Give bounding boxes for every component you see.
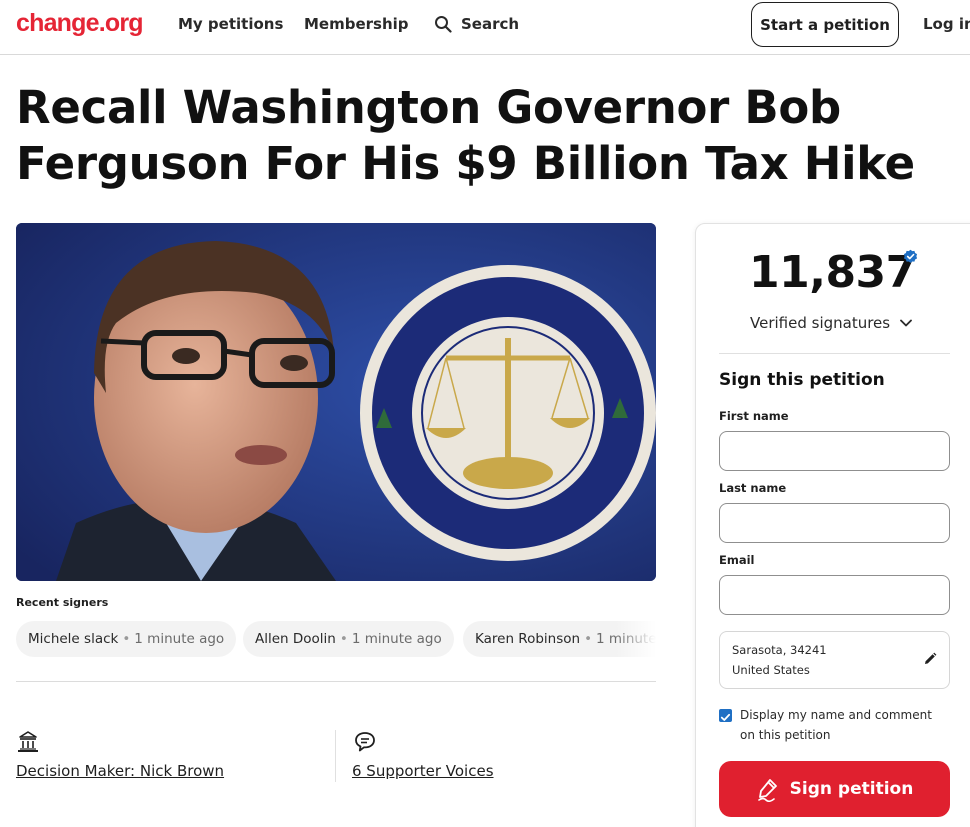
stats-divider [335, 730, 336, 782]
first-name-field[interactable] [719, 431, 950, 471]
change-org-logo[interactable]: change.org [16, 9, 144, 38]
petition-title: Recall Washington Governor Bob Ferguson … [16, 81, 915, 190]
first-name-label: First name [719, 409, 789, 423]
start-petition-button[interactable]: Start a petition [751, 2, 899, 47]
search-icon [435, 16, 452, 33]
pencil-icon[interactable] [923, 652, 937, 666]
signer-name: Karen Robinson [475, 631, 581, 647]
signer-chip: Michele slack • 1 minute ago [16, 621, 237, 657]
signer-time: 1 minute ago [351, 631, 442, 647]
nav-search[interactable]: Search [434, 13, 519, 35]
display-name-checkbox[interactable] [719, 709, 732, 722]
card-divider [719, 353, 950, 354]
signature-pen-icon [757, 779, 777, 802]
email-field[interactable] [719, 575, 950, 615]
decision-maker-icon [18, 731, 38, 752]
nav-membership[interactable]: Membership [304, 15, 409, 33]
last-name-label: Last name [719, 481, 787, 495]
sign-petition-button[interactable]: Sign petition [719, 761, 950, 817]
separator-dot: • [122, 631, 131, 647]
site-header: change.org My petitions Membership Searc… [0, 0, 970, 55]
verified-signatures-label: Verified signatures [750, 314, 891, 332]
signature-count: 11,837 [749, 247, 916, 298]
chevron-down-icon [900, 319, 913, 327]
sign-petition-label: Sign petition [789, 779, 914, 799]
verified-check-icon [903, 249, 918, 263]
location-country: United States [732, 663, 810, 677]
recent-signers-list: Michele slack • 1 minute ago Allen Dooli… [16, 621, 656, 657]
search-label: Search [461, 15, 520, 33]
display-name-label: Display my name and comment on this peti… [740, 708, 932, 742]
petition-photo [16, 223, 656, 581]
supporter-voices-link[interactable]: 6 Supporter Voices [352, 762, 494, 780]
recent-signers-label: Recent signers [16, 596, 109, 609]
signer-chip: Allen Doolin • 1 minute ago [243, 621, 454, 657]
location-selector[interactable]: Sarasota, 34241 United States [719, 631, 950, 689]
login-link[interactable]: Log in [923, 15, 970, 33]
scroll-fade [616, 621, 656, 657]
signer-name: Michele slack [28, 631, 119, 647]
signer-time: 1 minute ago [134, 631, 225, 647]
speech-bubble-icon [355, 732, 375, 752]
location-city: Sarasota, 34241 [732, 643, 827, 657]
checkmark-icon [720, 713, 731, 721]
decision-maker-link[interactable]: Decision Maker: Nick Brown [16, 762, 224, 780]
section-divider [16, 681, 656, 682]
signer-name: Allen Doolin [255, 631, 336, 647]
nav-my-petitions[interactable]: My petitions [178, 15, 283, 33]
sign-heading: Sign this petition [719, 370, 885, 390]
last-name-field[interactable] [719, 503, 950, 543]
verified-signatures-toggle[interactable]: Verified signatures [750, 314, 913, 332]
email-label: Email [719, 553, 755, 567]
separator-dot: • [339, 631, 348, 647]
separator-dot: • [584, 631, 593, 647]
